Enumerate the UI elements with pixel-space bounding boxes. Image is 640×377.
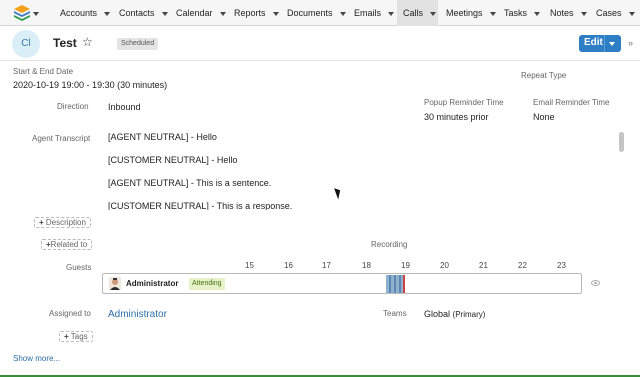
nav-calendar[interactable]: Calendar bbox=[169, 0, 233, 26]
favorite-star-icon[interactable]: ☆ bbox=[82, 35, 93, 49]
top-navigation: Accounts Contacts Calendar Reports Docum… bbox=[0, 0, 640, 26]
chevron-down-icon[interactable] bbox=[339, 11, 346, 16]
timeline-hour: 15 bbox=[245, 261, 254, 270]
transcript-line: [CUSTOMER NEUTRAL] - Hello bbox=[108, 155, 238, 165]
agent-transcript[interactable]: [AGENT NEUTRAL] - Hello [CUSTOMER NEUTRA… bbox=[108, 130, 618, 210]
repeat-type-label: Repeat Type bbox=[521, 71, 567, 80]
nav-documents[interactable]: Documents bbox=[280, 0, 353, 26]
guest-name[interactable]: Administrator bbox=[126, 279, 178, 288]
add-description-button[interactable]: + Description bbox=[34, 217, 91, 228]
guests-label: Guests bbox=[66, 263, 92, 272]
nav-cases[interactable]: Cases bbox=[589, 0, 640, 26]
status-badge: Scheduled bbox=[117, 38, 159, 50]
chevron-down-icon[interactable] bbox=[104, 11, 111, 16]
email-reminder-value: None bbox=[533, 112, 555, 122]
record-avatar: Cl bbox=[12, 30, 40, 58]
timeline-hour: 23 bbox=[557, 261, 566, 270]
meeting-time-block bbox=[386, 275, 405, 293]
show-more-link[interactable]: Show more... bbox=[13, 354, 60, 363]
chevron-down-icon[interactable] bbox=[161, 11, 168, 16]
chevron-down-icon[interactable] bbox=[219, 11, 226, 16]
recording-label: Recording bbox=[371, 240, 408, 249]
add-tags-button[interactable]: + Tags bbox=[59, 331, 93, 342]
avatar bbox=[109, 277, 121, 290]
nav-tasks[interactable]: Tasks bbox=[497, 0, 547, 26]
timeline-hour: 22 bbox=[518, 261, 527, 270]
plus-icon: + bbox=[39, 218, 44, 227]
double-chevron-right-icon[interactable]: » bbox=[628, 38, 633, 48]
nav-contacts[interactable]: Contacts bbox=[112, 0, 175, 26]
timeline-hour: 17 bbox=[322, 261, 331, 270]
agent-transcript-label: Agent Transcript bbox=[32, 134, 91, 143]
nav-emails[interactable]: Emails bbox=[347, 0, 401, 26]
eye-icon[interactable] bbox=[591, 280, 600, 286]
guest-row[interactable]: Administrator Attending bbox=[102, 273, 582, 294]
timeline-hour: 20 bbox=[440, 261, 449, 270]
timeline-hour: 18 bbox=[362, 261, 371, 270]
popup-reminder-label: Popup Reminder Time bbox=[424, 98, 504, 107]
timeline-hour: 16 bbox=[284, 261, 293, 270]
attending-status-badge[interactable]: Attending bbox=[189, 278, 225, 290]
email-reminder-label: Email Reminder Time bbox=[533, 98, 610, 107]
edit-button[interactable]: Edit bbox=[579, 35, 621, 52]
teams-value: Global (Primary) bbox=[424, 309, 485, 319]
direction-label: Direction bbox=[57, 102, 89, 111]
teams-label: Teams bbox=[383, 309, 407, 318]
popup-reminder-value: 30 minutes prior bbox=[424, 112, 489, 122]
nav-notes[interactable]: Notes bbox=[543, 0, 594, 26]
assigned-to-label: Assigned to bbox=[49, 309, 91, 318]
transcript-scrollbar[interactable] bbox=[619, 132, 624, 152]
edit-button-label: Edit bbox=[584, 37, 603, 48]
team-primary-suffix: (Primary) bbox=[452, 310, 486, 319]
start-end-label: Start & End Date bbox=[13, 67, 74, 76]
transcript-line: [AGENT NEUTRAL] - This is a sentence. bbox=[108, 178, 272, 188]
plus-icon: + bbox=[64, 332, 69, 341]
page-title: Test bbox=[53, 36, 77, 50]
direction-value: Inbound bbox=[108, 102, 141, 112]
nav-accounts[interactable]: Accounts bbox=[53, 0, 117, 26]
record-header: Cl Test ☆ Scheduled Edit » bbox=[0, 27, 640, 61]
chevron-down-icon[interactable] bbox=[388, 11, 395, 16]
timeline-hour: 19 bbox=[401, 261, 410, 270]
chevron-down-icon[interactable] bbox=[580, 11, 587, 16]
add-related-to-button[interactable]: +Related to bbox=[41, 239, 93, 250]
divider bbox=[604, 35, 605, 52]
chevron-down-icon[interactable] bbox=[628, 11, 635, 16]
team-name: Global bbox=[424, 309, 451, 319]
nav-reports[interactable]: Reports bbox=[227, 0, 286, 26]
chevron-down-icon[interactable] bbox=[272, 11, 279, 16]
transcript-line: [AGENT NEUTRAL] - Hello bbox=[108, 132, 217, 142]
footer-divider bbox=[0, 372, 640, 377]
chevron-down-icon[interactable] bbox=[489, 11, 496, 16]
chevron-down-icon[interactable] bbox=[430, 11, 437, 16]
chevron-down-icon[interactable] bbox=[609, 42, 615, 46]
nav-meetings[interactable]: Meetings bbox=[439, 0, 503, 26]
nav-calls[interactable]: Calls bbox=[397, 0, 438, 26]
timeline-hour: 21 bbox=[479, 261, 488, 270]
assigned-user-link[interactable]: Administrator bbox=[108, 309, 167, 320]
transcript-line: [CUSTOMER NEUTRAL] - This is a response. bbox=[108, 201, 293, 210]
chevron-down-icon[interactable] bbox=[534, 11, 541, 16]
app-logo-icon[interactable] bbox=[13, 4, 39, 22]
start-end-value: 2020-10-19 19:00 - 19:30 (30 minutes) bbox=[13, 80, 168, 90]
